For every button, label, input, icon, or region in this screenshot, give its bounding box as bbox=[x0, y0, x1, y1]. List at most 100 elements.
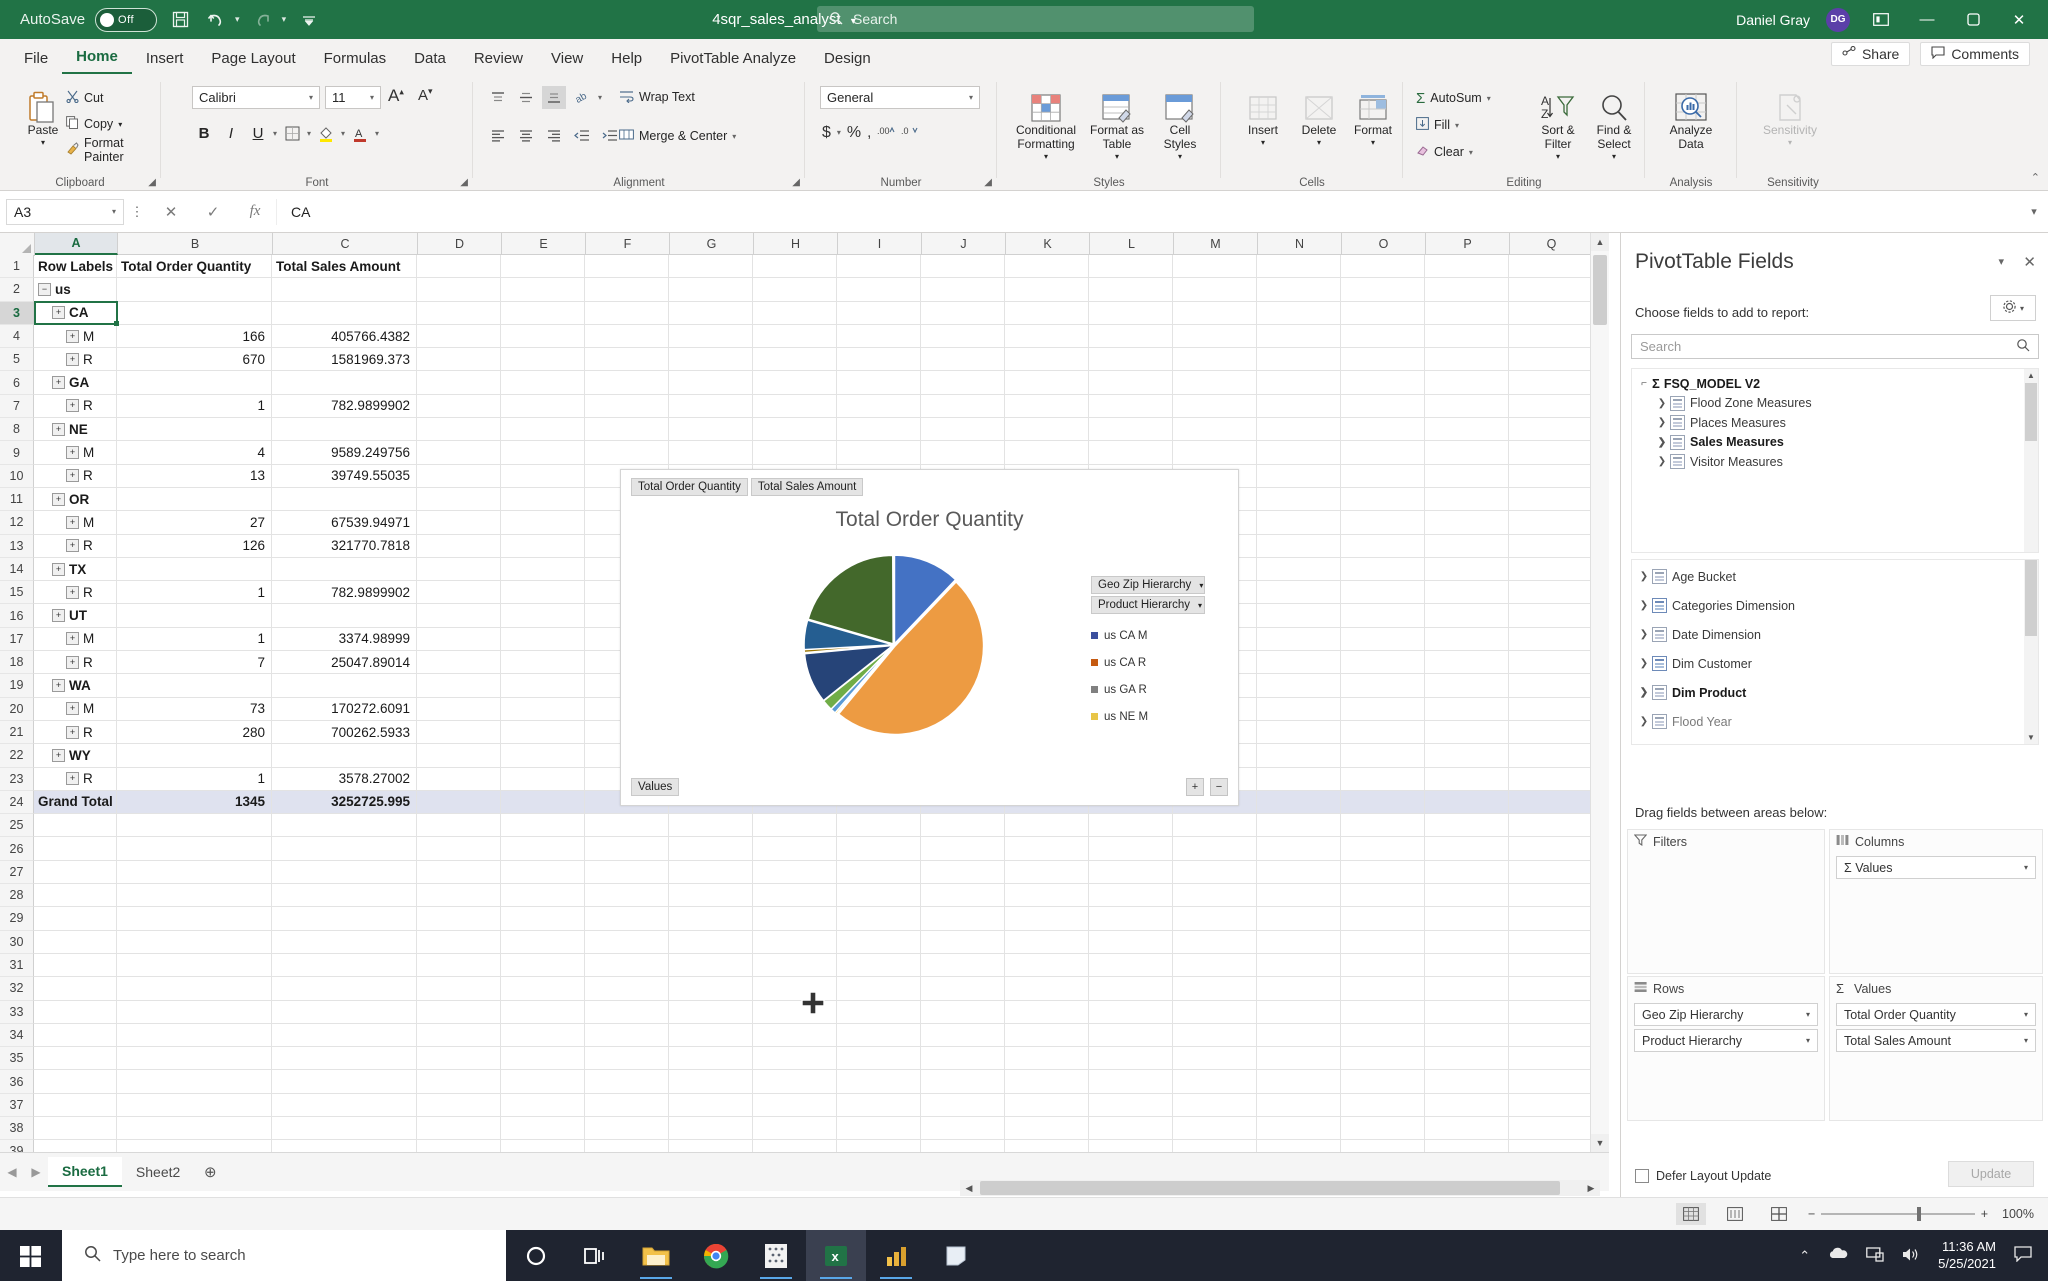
cell-L33[interactable] bbox=[1089, 1001, 1173, 1024]
cell-C13[interactable]: 321770.7818 bbox=[272, 535, 417, 558]
cell-G31[interactable] bbox=[669, 954, 753, 977]
cell-N7[interactable] bbox=[1257, 395, 1341, 418]
expand-icon[interactable]: + bbox=[66, 656, 79, 669]
chevron-down-icon[interactable]: ▾ bbox=[1199, 581, 1203, 590]
orientation-dropdown-icon[interactable]: ▾ bbox=[598, 93, 602, 102]
cell-E36[interactable] bbox=[501, 1070, 585, 1093]
cell-E22[interactable] bbox=[501, 744, 585, 767]
cell-G39[interactable] bbox=[669, 1140, 753, 1152]
cell-A30[interactable] bbox=[34, 931, 117, 954]
cell-A23[interactable]: +R bbox=[34, 768, 117, 791]
column-header-o[interactable]: O bbox=[1342, 233, 1426, 255]
fill-color-icon[interactable] bbox=[314, 122, 338, 145]
cell-K32[interactable] bbox=[1005, 977, 1089, 1000]
cell-J9[interactable] bbox=[921, 441, 1005, 464]
area-filters[interactable]: Filters bbox=[1627, 829, 1825, 974]
cell-J26[interactable] bbox=[921, 837, 1005, 860]
undo-dropdown-icon[interactable]: ▾ bbox=[235, 14, 240, 25]
expand-icon[interactable]: + bbox=[66, 632, 79, 645]
cell-L3[interactable] bbox=[1089, 302, 1173, 325]
row-header-4[interactable]: 4 bbox=[0, 325, 34, 348]
cell-B37[interactable] bbox=[117, 1094, 272, 1117]
cell-Q14[interactable] bbox=[1509, 558, 1593, 581]
chart-field-button-total-order-quantity[interactable]: Total Order Quantity bbox=[631, 478, 748, 496]
cell-I7[interactable] bbox=[837, 395, 921, 418]
cell-B35[interactable] bbox=[117, 1047, 272, 1070]
cell-M1[interactable] bbox=[1173, 255, 1257, 278]
cell-C25[interactable] bbox=[272, 814, 417, 837]
cell-N3[interactable] bbox=[1257, 302, 1341, 325]
cell-Q9[interactable] bbox=[1509, 441, 1593, 464]
find-select-button[interactable]: Find & Select ▾ bbox=[1588, 84, 1640, 161]
legend-field-button-geo-zip-hierarchy[interactable]: Geo Zip Hierarchy ▾ bbox=[1091, 576, 1205, 594]
cell-O29[interactable] bbox=[1341, 907, 1425, 930]
row-header-6[interactable]: 6 bbox=[0, 371, 34, 394]
cell-K28[interactable] bbox=[1005, 884, 1089, 907]
collapse-icon[interactable]: − bbox=[38, 283, 51, 296]
cell-B5[interactable]: 670 bbox=[117, 348, 272, 371]
cell-Q11[interactable] bbox=[1509, 488, 1593, 511]
cell-Q27[interactable] bbox=[1509, 861, 1593, 884]
cell-G5[interactable] bbox=[669, 348, 753, 371]
expand-icon[interactable]: ❯ bbox=[1654, 437, 1670, 448]
cell-O4[interactable] bbox=[1341, 325, 1425, 348]
cell-G25[interactable] bbox=[669, 814, 753, 837]
formula-bar-expand-dots[interactable]: ⋮ bbox=[124, 204, 150, 220]
cell-G32[interactable] bbox=[669, 977, 753, 1000]
currency-format-button[interactable]: $ bbox=[822, 124, 831, 142]
autosave-toggle[interactable]: Off bbox=[95, 8, 157, 32]
expand-icon[interactable]: ❯ bbox=[1636, 571, 1652, 582]
font-size-select[interactable]: 11 ▾ bbox=[325, 86, 381, 109]
cell-M35[interactable] bbox=[1173, 1047, 1257, 1070]
cell-N34[interactable] bbox=[1257, 1024, 1341, 1047]
formula-input[interactable]: CA bbox=[276, 199, 2020, 225]
cell-O30[interactable] bbox=[1341, 931, 1425, 954]
checkbox-icon[interactable] bbox=[1635, 1169, 1649, 1183]
cell-F9[interactable] bbox=[585, 441, 669, 464]
conditional-formatting-button[interactable]: Conditional Formatting ▾ bbox=[1010, 84, 1082, 161]
chrome-icon[interactable] bbox=[686, 1230, 746, 1281]
column-header-e[interactable]: E bbox=[502, 233, 586, 255]
taskbar-clock[interactable]: 11:36 AM 5/25/2021 bbox=[1938, 1239, 1996, 1272]
cell-P31[interactable] bbox=[1425, 954, 1509, 977]
select-all-corner[interactable] bbox=[0, 233, 35, 256]
sheet-tab-sheet2[interactable]: Sheet2 bbox=[122, 1158, 194, 1186]
cell-I32[interactable] bbox=[837, 977, 921, 1000]
cell-C12[interactable]: 67539.94971 bbox=[272, 511, 417, 534]
cell-E27[interactable] bbox=[501, 861, 585, 884]
row-header-13[interactable]: 13 bbox=[0, 535, 34, 558]
cell-O5[interactable] bbox=[1341, 348, 1425, 371]
cell-B3[interactable] bbox=[117, 302, 272, 325]
cell-O36[interactable] bbox=[1341, 1070, 1425, 1093]
cell-B16[interactable] bbox=[117, 604, 272, 627]
expand-icon[interactable]: + bbox=[52, 423, 65, 436]
cell-F39[interactable] bbox=[585, 1140, 669, 1152]
pivot-panel-close-icon[interactable]: ✕ bbox=[2023, 253, 2036, 271]
cell-I3[interactable] bbox=[837, 302, 921, 325]
cell-A31[interactable] bbox=[34, 954, 117, 977]
cell-N31[interactable] bbox=[1257, 954, 1341, 977]
table-row[interactable] bbox=[34, 931, 1593, 954]
cell-N29[interactable] bbox=[1257, 907, 1341, 930]
cell-P14[interactable] bbox=[1425, 558, 1509, 581]
cell-C30[interactable] bbox=[272, 931, 417, 954]
cell-O24[interactable] bbox=[1341, 791, 1425, 814]
cell-C11[interactable] bbox=[272, 488, 417, 511]
cell-K5[interactable] bbox=[1005, 348, 1089, 371]
expand-icon[interactable]: + bbox=[52, 493, 65, 506]
cell-Q21[interactable] bbox=[1509, 721, 1593, 744]
cell-L29[interactable] bbox=[1089, 907, 1173, 930]
cell-H1[interactable] bbox=[753, 255, 837, 278]
cell-O10[interactable] bbox=[1341, 465, 1425, 488]
cell-M7[interactable] bbox=[1173, 395, 1257, 418]
cell-E8[interactable] bbox=[501, 418, 585, 441]
cell-K6[interactable] bbox=[1005, 371, 1089, 394]
number-dialog-launcher[interactable]: ◢ bbox=[984, 177, 992, 188]
cell-N28[interactable] bbox=[1257, 884, 1341, 907]
cell-A38[interactable] bbox=[34, 1117, 117, 1140]
fill-color-dropdown-icon[interactable]: ▾ bbox=[341, 129, 345, 138]
cell-E30[interactable] bbox=[501, 931, 585, 954]
cell-L1[interactable] bbox=[1089, 255, 1173, 278]
cell-N9[interactable] bbox=[1257, 441, 1341, 464]
cell-Q16[interactable] bbox=[1509, 604, 1593, 627]
